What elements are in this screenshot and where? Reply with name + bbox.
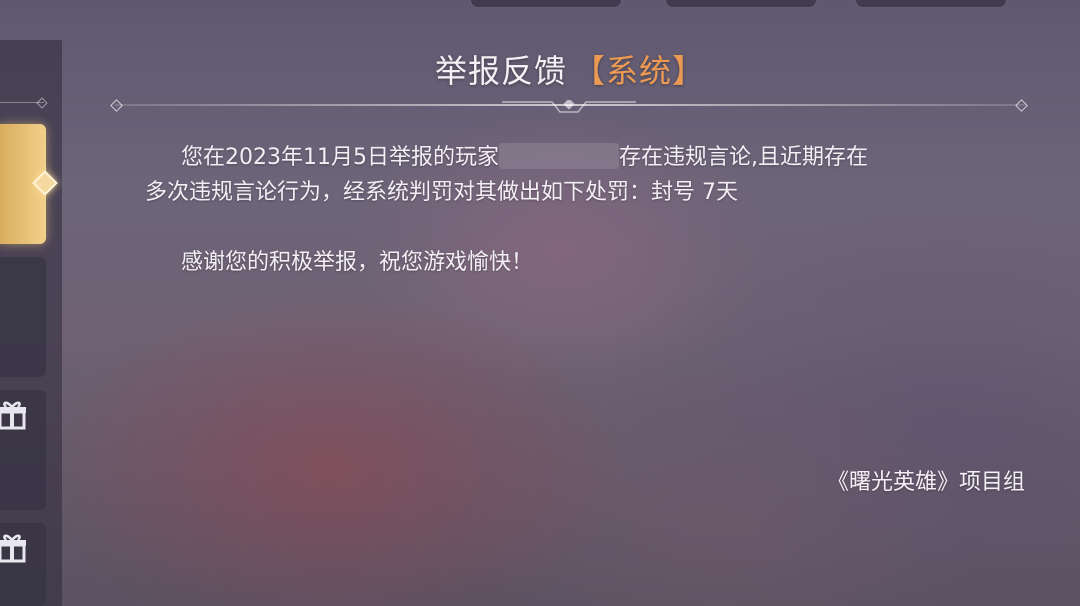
message-line1-suffix: 存在违规言论,且近期存在 (618, 145, 868, 170)
page-title: 举报反馈 (434, 52, 567, 90)
signature: 《曙光英雄》项目组 (826, 470, 1025, 495)
message-line2: 多次违规言论行为，经系统判罚对其做出如下处罚：封号 7天 (145, 180, 738, 205)
message-line1-prefix: 您在2023年11月5日举报的玩家 (181, 145, 499, 170)
divider-center-ornament (502, 100, 636, 113)
message-body: 您在2023年11月5日举报的玩家 存在违规言论,且近期存在 多次违规言论行为，经… (145, 140, 1025, 495)
sidebar-item-2[interactable] (0, 257, 46, 377)
gift-icon (0, 533, 26, 563)
top-tab-3[interactable] (855, 0, 1007, 8)
top-tab-1[interactable] (470, 0, 622, 8)
top-tab-2[interactable] (665, 0, 817, 8)
gift-icon (0, 400, 26, 430)
system-tag: 【系统】 (573, 52, 706, 90)
divider-left-ornament (110, 99, 123, 112)
redacted-player-name (498, 143, 619, 169)
divider-right-ornament (1015, 99, 1028, 112)
thanks-text: 感谢您的积极举报，祝您游戏愉快！ (181, 250, 534, 275)
message-header: 举报反馈 【系统】 (70, 46, 1070, 92)
